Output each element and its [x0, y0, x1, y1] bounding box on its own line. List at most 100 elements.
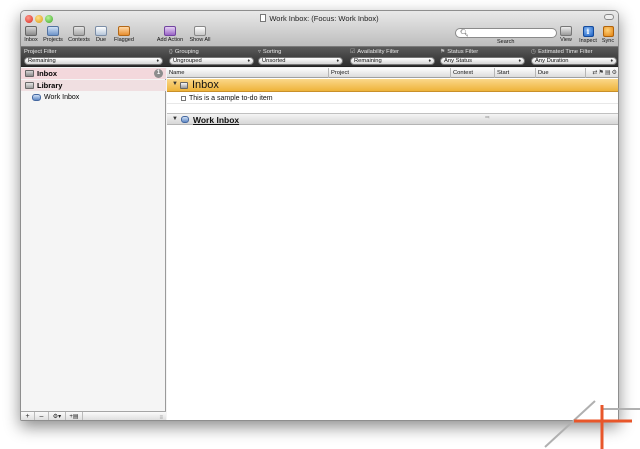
toolbar-label: Flagged: [114, 37, 134, 43]
select-value: Any Duration: [535, 58, 569, 64]
toolbar-contexts-button[interactable]: Contexts: [67, 26, 91, 43]
toolbar-view-button[interactable]: View: [559, 26, 573, 43]
select-value: Remaining: [354, 58, 382, 64]
group-title[interactable]: Work Inbox: [193, 114, 239, 126]
toolbar-projects-button[interactable]: Projects: [42, 26, 64, 43]
column-start[interactable]: Start: [495, 68, 536, 78]
column-context[interactable]: Context: [451, 68, 495, 78]
settings-icon[interactable]: ⚙: [612, 70, 618, 76]
availability-filter: ☑ Availability Filter Remaining ♦: [350, 48, 435, 66]
flag-small-icon: ⚑: [440, 49, 446, 55]
toolbar-inbox-button[interactable]: Inbox: [24, 26, 38, 43]
toolbar-inspect-button[interactable]: i Inspect: [578, 26, 598, 44]
toolbar-show-all-button[interactable]: Show All: [187, 26, 213, 43]
sorting-label-text: Sorting: [262, 49, 282, 55]
gear-menu-button[interactable]: ⚙▾: [49, 412, 66, 420]
toolbar-label: Inspect: [579, 38, 597, 44]
select-arrows-icon: ♦: [247, 58, 250, 64]
toolbar-add-action-button[interactable]: Add Action: [155, 26, 185, 43]
app-window: Work Inbox: (Focus: Work Inbox) Inbox Pr…: [20, 10, 619, 421]
sidebar-item-label: Library: [37, 81, 63, 90]
toolbar-sync-button[interactable]: Sync: [601, 26, 615, 44]
disclosure-triangle-icon[interactable]: ▼: [172, 116, 178, 122]
sync-icon: [602, 26, 614, 37]
view-icon: [560, 26, 572, 36]
task-row[interactable]: This is a sample to-do item: [167, 93, 618, 104]
select-arrows-icon: ♦: [518, 58, 521, 64]
availability-label: ☑ Availability Filter: [350, 48, 435, 56]
column-name[interactable]: Name: [167, 68, 329, 78]
estimated-time-label: ◷ Estimated Time Filter: [531, 48, 617, 56]
add-folder-button[interactable]: +▤: [66, 412, 83, 420]
grouping-label: {} Grouping: [169, 48, 254, 56]
project-group-row[interactable]: ▼ Work Inbox ⫤: [167, 113, 618, 126]
toolbar-label: Due: [95, 37, 107, 43]
inbox-icon: [25, 26, 37, 36]
sidebar-item-work-inbox[interactable]: Work Inbox: [21, 92, 166, 103]
add-action-icon: [164, 26, 176, 36]
column-due[interactable]: Due: [536, 68, 586, 78]
status-label: ⚑ Status Filter: [440, 48, 525, 56]
flag-icon: [118, 26, 130, 36]
clock-icon: ◷: [531, 49, 537, 55]
estimated-time-filter: ◷ Estimated Time Filter Any Duration ♦: [531, 48, 617, 66]
window-title: Work Inbox: (Focus: Work Inbox): [269, 14, 379, 23]
search-label: Search: [497, 39, 515, 45]
column-tools: ⇄⚑▤⚙: [586, 68, 618, 78]
availability-label-text: Availability Filter: [357, 49, 399, 55]
column-project[interactable]: Project: [329, 68, 451, 78]
parallel-icon: ⫤: [485, 115, 490, 121]
select-value: Any Status: [444, 58, 473, 64]
group-title: Inbox: [192, 79, 219, 91]
project-filter-select[interactable]: Remaining ♦: [24, 57, 163, 65]
select-value: Remaining: [28, 58, 56, 64]
projects-icon: [47, 26, 59, 36]
inbox-icon: [180, 82, 188, 89]
grouping-icon: {}: [169, 49, 173, 55]
task-checkbox[interactable]: [181, 96, 186, 101]
toolbar-label: Inbox: [24, 37, 38, 43]
project-filter: Project Filter Remaining ♦: [24, 48, 163, 66]
status-filter: ⚑ Status Filter Any Status ♦: [440, 48, 525, 66]
sidebar-item-library[interactable]: Library: [21, 80, 166, 91]
sorting-select[interactable]: Unsorted ♦: [258, 57, 343, 65]
inbox-count-badge: 1: [154, 69, 163, 78]
toolbar-toggle-button[interactable]: [604, 14, 614, 20]
availability-icon: ☑: [350, 49, 356, 55]
estimated-time-label-text: Estimated Time Filter: [538, 49, 593, 55]
grouping-label-text: Grouping: [174, 49, 199, 55]
select-value: Ungrouped: [173, 58, 202, 64]
inbox-icon: [25, 70, 34, 77]
note-icon[interactable]: ▤: [605, 70, 612, 76]
outline-view: Name Project Context Start Due ⇄⚑▤⚙ ▼ In…: [167, 68, 618, 420]
sidebar-item-inbox[interactable]: Inbox 1: [21, 68, 166, 79]
toolbar-flagged-button[interactable]: Flagged: [112, 26, 136, 43]
toolbar-label: Add Action: [156, 37, 184, 43]
select-arrows-icon: ♦: [156, 58, 159, 64]
toolbar-label: Show All: [189, 37, 211, 43]
sidebar-item-label: Work Inbox: [44, 94, 80, 101]
select-arrows-icon: ♦: [610, 58, 613, 64]
add-button[interactable]: +: [21, 412, 35, 420]
toolbar-label: Contexts: [68, 37, 90, 43]
status-select[interactable]: Any Status ♦: [440, 57, 525, 65]
estimated-time-select[interactable]: Any Duration ♦: [531, 57, 617, 65]
toolbar-due-button[interactable]: Due: [95, 26, 107, 43]
remove-button[interactable]: –: [35, 412, 49, 420]
resize-grip-icon[interactable]: ≡: [159, 413, 163, 420]
select-arrows-icon: ♦: [336, 58, 339, 64]
info-icon: i: [582, 26, 594, 37]
toolbar-label: Projects: [43, 37, 63, 43]
task-title[interactable]: This is a sample to-do item: [189, 93, 273, 104]
column-header: Name Project Context Start Due ⇄⚑▤⚙: [167, 68, 618, 78]
availability-select[interactable]: Remaining ♦: [350, 57, 435, 65]
select-arrows-icon: ♦: [428, 58, 431, 64]
disclosure-triangle-icon[interactable]: ▼: [172, 81, 178, 87]
library-icon: [25, 82, 34, 89]
search-field[interactable]: 🔍︎: [455, 28, 557, 38]
grouping-filter: {} Grouping Ungrouped ♦: [169, 48, 254, 66]
inbox-group-row[interactable]: ▼ Inbox: [167, 79, 618, 92]
search-input[interactable]: [467, 29, 553, 37]
grouping-select[interactable]: Ungrouped ♦: [169, 57, 254, 65]
toolbar-label: View: [560, 37, 572, 43]
